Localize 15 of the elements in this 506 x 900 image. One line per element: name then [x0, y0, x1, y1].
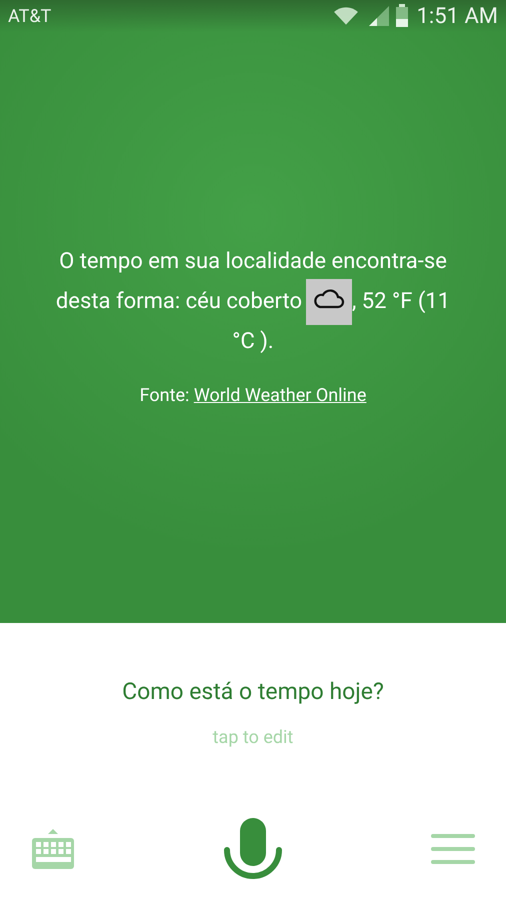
query-text: Como está o tempo hoje? — [122, 677, 384, 707]
weather-answer-text: desta forma: céu coberto — [56, 288, 302, 316]
carrier-name: AT&T — [8, 4, 52, 28]
clock-time: 1:51 AM — [416, 2, 498, 30]
battery-icon — [394, 4, 409, 28]
source-link[interactable]: World Weather Online — [194, 384, 366, 406]
cloud-icon — [306, 278, 352, 324]
microphone-icon[interactable] — [222, 816, 284, 882]
menu-icon[interactable] — [430, 832, 476, 866]
keyboard-icon[interactable] — [30, 826, 76, 872]
signal-icon — [366, 4, 391, 28]
weather-answer-text: °C ). — [232, 328, 274, 356]
weather-answer-text: O tempo em sua localidade encontra-se — [59, 248, 447, 276]
weather-answer-text: , 52 °F (11 — [352, 288, 450, 316]
source-label: Fonte: — [140, 384, 190, 406]
